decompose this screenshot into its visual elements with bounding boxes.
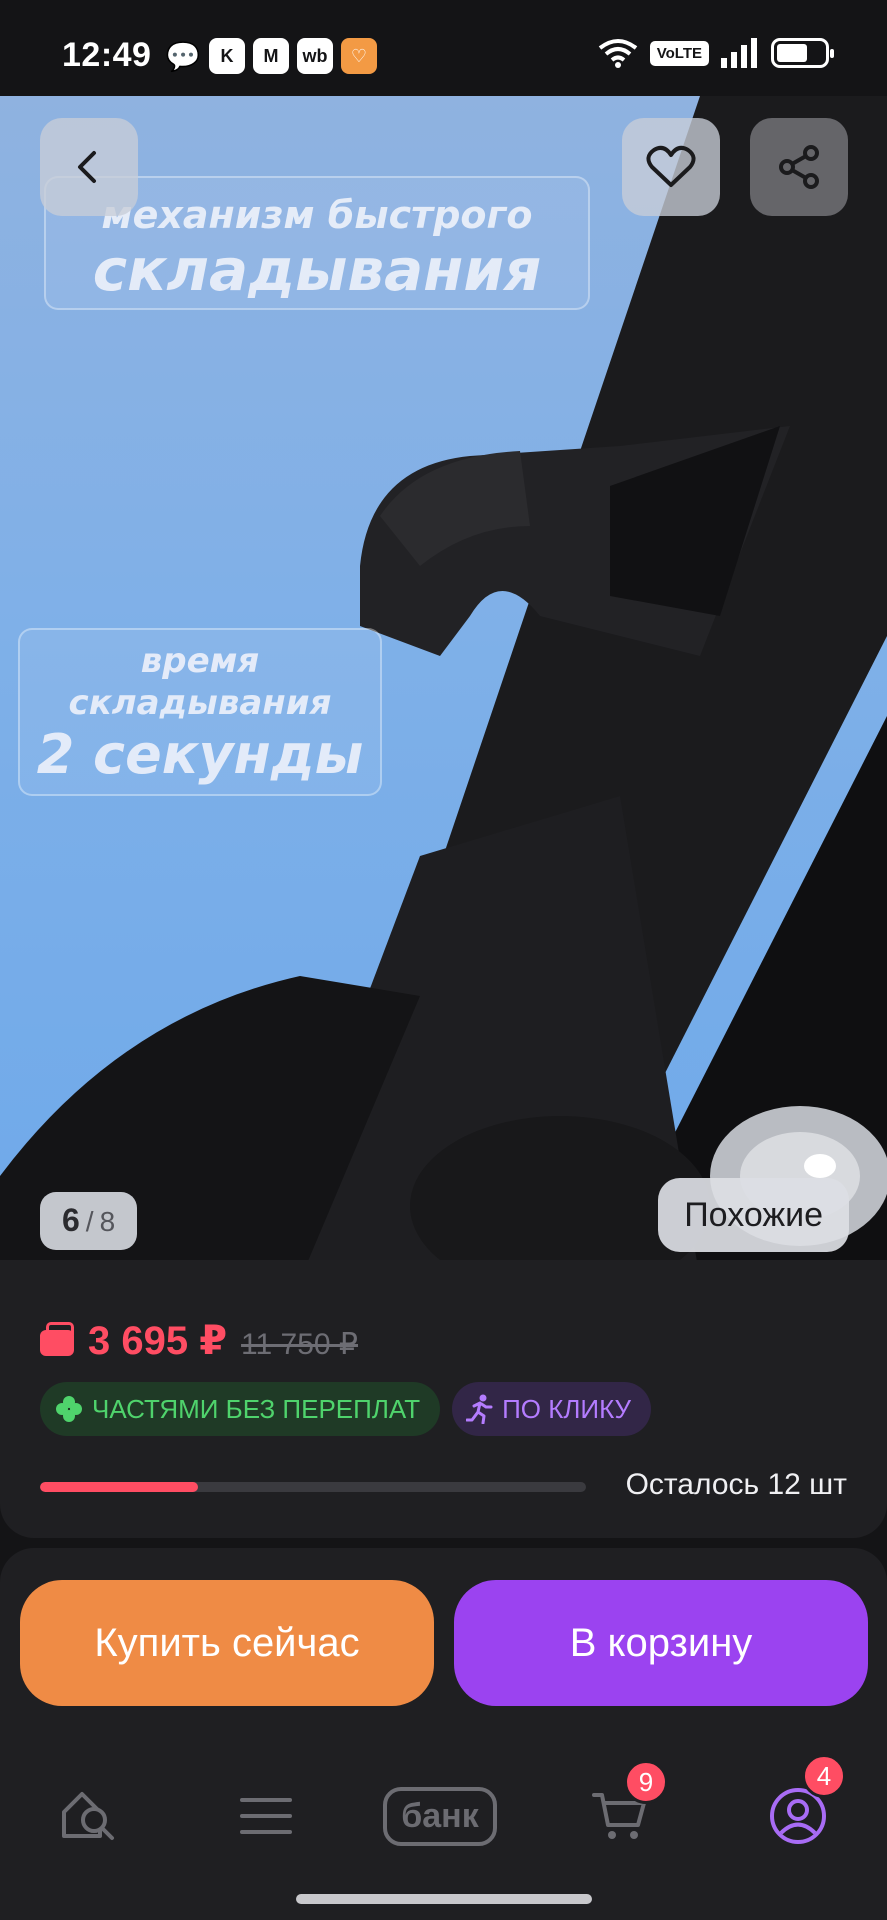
installments-badge[interactable]: ЧАСТЯМИ БЕЗ ПЕРЕПЛАТ [40, 1382, 441, 1436]
image-counter-total: 8 [99, 1206, 116, 1237]
stock-remaining: Осталось 12 шт [625, 1468, 847, 1501]
old-price: 11 750 ₽ [241, 1328, 358, 1361]
signal-icon [721, 38, 757, 68]
product-image-gallery[interactable]: механизм быстрого складывания время скла… [0, 96, 887, 1280]
menu-icon [240, 1798, 292, 1834]
similar-products-button[interactable]: Похожие [658, 1178, 849, 1252]
running-person-icon [466, 1394, 493, 1424]
caption-quick-fold-line2: складывания [92, 236, 542, 304]
tab-bank[interactable]: банк [370, 1766, 510, 1866]
price-row: 3 695 ₽ 11 750 ₽ [40, 1318, 358, 1364]
one-click-badge-label: ПО КЛИКУ [502, 1393, 632, 1424]
stock-progress-bar [40, 1482, 586, 1492]
stock-progress-fill [40, 1482, 199, 1492]
share-button[interactable] [750, 118, 848, 216]
caption-fold-time-line3: 2 секунды [36, 723, 364, 786]
bank-label: банк [383, 1786, 497, 1846]
buy-now-button[interactable]: Купить сейчас [20, 1580, 434, 1706]
heart-app-icon: ♡ [341, 38, 377, 74]
k-app-icon: K [209, 38, 245, 74]
cart-count-badge: 9 [624, 1760, 668, 1804]
tab-profile[interactable]: 4 [748, 1754, 848, 1866]
tab-catalog[interactable] [216, 1766, 316, 1866]
installments-badge-label: ЧАСТЯМИ БЕЗ ПЕРЕПЛАТ [92, 1393, 421, 1424]
bottom-tab-bar: банк 9 4 [0, 1754, 887, 1866]
heart-icon [646, 145, 696, 187]
status-time: 12:49 [62, 36, 152, 74]
back-button[interactable] [40, 118, 138, 216]
battery-icon [771, 38, 834, 68]
chevron-left-icon [78, 151, 96, 183]
promo-badges: ЧАСТЯМИ БЕЗ ПЕРЕПЛАТ ПО КЛИКУ [40, 1382, 652, 1436]
add-to-cart-button[interactable]: В корзину [454, 1580, 868, 1706]
image-counter: 6 / 8 [40, 1192, 138, 1250]
caption-fold-time: время складывания 2 секунды [18, 628, 382, 796]
wallet-icon [40, 1322, 74, 1356]
tab-home-search[interactable] [40, 1766, 140, 1866]
one-click-badge[interactable]: ПО КЛИКУ [452, 1382, 652, 1436]
home-indicator[interactable] [296, 1894, 592, 1904]
profile-count-badge: 4 [802, 1754, 846, 1798]
wifi-icon [598, 39, 637, 68]
image-counter-current: 6 [62, 1202, 80, 1238]
notification-icons: 💬 K M wb ♡ [165, 38, 377, 74]
price-card: 3 695 ₽ 11 750 ₽ ЧАСТЯМИ БЕЗ ПЕРЕПЛАТ ПО… [0, 1260, 887, 1538]
volte-indicator: VoLTE [649, 40, 709, 66]
m-app-icon: M [253, 38, 289, 74]
status-bar: 12:49 💬 K M wb ♡ VoLTE [0, 0, 887, 96]
chat-icon: 💬 [165, 40, 201, 72]
home-search-icon [62, 1792, 114, 1840]
image-counter-separator: / [85, 1206, 94, 1237]
clover-icon [56, 1396, 82, 1422]
action-panel: Купить сейчас В корзину банк 9 4 [0, 1548, 887, 1920]
caption-fold-time-line1: время [140, 641, 260, 681]
favorite-button[interactable] [622, 118, 720, 216]
system-icons: VoLTE [598, 38, 834, 68]
tab-cart[interactable]: 9 [570, 1760, 670, 1866]
wb-app-icon: wb [297, 38, 333, 74]
caption-fold-time-line2: складывания [68, 683, 332, 723]
share-icon [779, 145, 819, 189]
current-price: 3 695 ₽ [88, 1319, 228, 1363]
